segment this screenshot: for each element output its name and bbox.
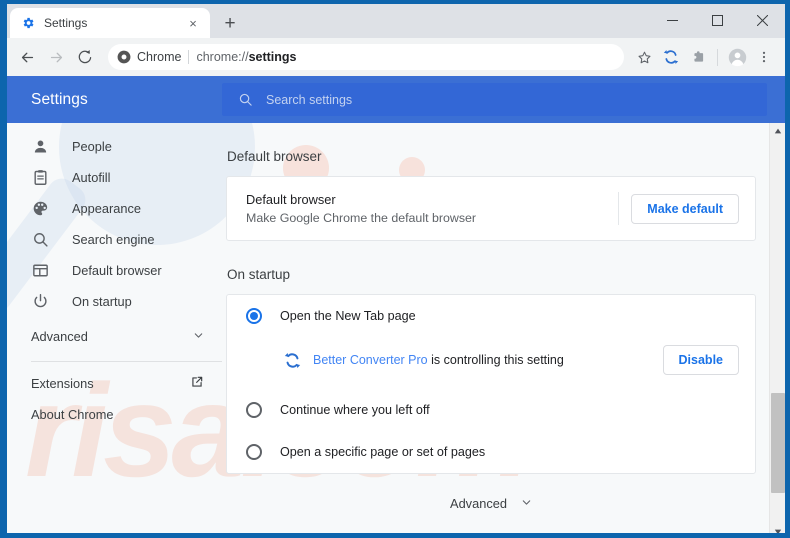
person-icon (31, 137, 50, 156)
disable-extension-button[interactable]: Disable (662, 345, 739, 375)
sidebar-item-appearance[interactable]: Appearance (7, 193, 222, 224)
url-page: settings (248, 50, 297, 64)
tab-close-icon[interactable]: × (185, 15, 201, 31)
tab-strip: Settings × + (7, 4, 785, 38)
row-title: Default browser (246, 192, 336, 207)
controlling-extension-text: Better Converter Pro is controlling this… (313, 353, 651, 367)
external-link-icon (190, 375, 204, 392)
controlled-by-extension-notice: Better Converter Pro is controlling this… (227, 337, 755, 389)
sidebar-divider (31, 361, 222, 362)
radio-button[interactable] (246, 444, 262, 460)
page-title: Settings (31, 90, 88, 108)
radio-label: Open a specific page or set of pages (280, 445, 486, 459)
chevron-down-icon (193, 329, 204, 344)
palette-icon (31, 199, 50, 218)
toolbar-separator (717, 48, 718, 66)
tab-title: Settings (44, 16, 88, 30)
browser-window: Settings × + Chrome chrome://settings Se… (0, 0, 790, 538)
controlling-suffix: is controlling this setting (427, 353, 564, 367)
power-icon (31, 292, 50, 311)
gear-icon (23, 17, 34, 29)
new-tab-button[interactable]: + (216, 9, 244, 37)
omnibox-separator (188, 50, 190, 64)
section-title-on-startup: On startup (227, 267, 291, 282)
sidebar-item-extensions[interactable]: Extensions (7, 368, 222, 399)
browser-toolbar: Chrome chrome://settings (7, 38, 785, 76)
on-startup-card: Open the New Tab page Better Converter P… (226, 294, 756, 474)
settings-header: Settings Search settings (7, 76, 785, 123)
radio-label: Open the New Tab page (280, 309, 416, 323)
address-bar-url: chrome://settings (196, 50, 296, 64)
sidebar-item-label: Autofill (72, 170, 111, 185)
startup-option-new-tab[interactable]: Open the New Tab page (227, 295, 755, 337)
sidebar-item-label: Default browser (72, 263, 162, 278)
browser-window-icon (31, 261, 50, 280)
advanced-expander-label: Advanced (450, 496, 507, 511)
browser-tab-settings[interactable]: Settings × (10, 8, 210, 38)
chevron-down-icon (521, 496, 532, 511)
scrollbar-thumb[interactable] (770, 393, 785, 494)
back-arrow-icon[interactable] (13, 43, 41, 71)
scroll-up-arrow-icon[interactable] (770, 123, 786, 139)
settings-sidebar: People Autofill Appearance Search engine… (7, 123, 222, 533)
scrollbar-track[interactable] (770, 139, 786, 524)
sidebar-item-advanced[interactable]: Advanced (7, 317, 222, 355)
extension-name-link[interactable]: Better Converter Pro (313, 353, 428, 367)
startup-option-continue[interactable]: Continue where you left off (227, 389, 755, 431)
window-inner: Settings × + Chrome chrome://settings Se… (7, 4, 785, 533)
address-bar[interactable]: Chrome chrome://settings (108, 44, 624, 70)
sidebar-item-people[interactable]: People (7, 131, 222, 162)
sidebar-item-default-browser[interactable]: Default browser (7, 255, 222, 286)
row-divider (618, 192, 620, 225)
vertical-scrollbar[interactable] (769, 123, 785, 533)
sidebar-item-about-chrome[interactable]: About Chrome (7, 399, 222, 430)
radio-label: Continue where you left off (280, 403, 430, 417)
search-icon (239, 93, 252, 106)
sidebar-advanced-label: Advanced (31, 328, 88, 344)
row-subtitle: Make Google Chrome the default browser (246, 211, 477, 225)
default-browser-text: Default browser Make Google Chrome the d… (246, 192, 606, 225)
sidebar-item-label: On startup (72, 294, 132, 309)
maximize-icon[interactable] (695, 4, 740, 36)
settings-main: Default browser Default browser Make Goo… (222, 123, 785, 533)
radio-button[interactable] (246, 402, 262, 418)
puzzle-icon[interactable] (685, 44, 711, 70)
clipboard-icon (31, 168, 50, 187)
sidebar-item-label: Search engine (72, 232, 155, 247)
forward-arrow-icon (42, 43, 70, 71)
three-dot-menu-icon[interactable] (751, 44, 777, 70)
chrome-chip-label: Chrome (137, 50, 182, 64)
default-browser-card: Default browser Make Google Chrome the d… (226, 176, 756, 241)
window-controls (650, 4, 785, 38)
sidebar-item-label: Appearance (72, 201, 142, 216)
sidebar-item-search-engine[interactable]: Search engine (7, 224, 222, 255)
circular-arrows-icon (284, 352, 301, 368)
make-default-button[interactable]: Make default (631, 193, 739, 224)
search-placeholder: Search settings (266, 92, 353, 107)
scroll-down-arrow-icon[interactable] (770, 524, 786, 533)
search-input[interactable]: Search settings (222, 83, 767, 116)
avatar-icon[interactable] (724, 44, 750, 70)
chrome-logo-icon (117, 50, 131, 64)
settings-content: risa.com People (7, 123, 785, 533)
circular-arrows-icon[interactable] (658, 44, 684, 70)
search-icon (31, 230, 50, 249)
chrome-chip: Chrome (117, 50, 181, 64)
reload-icon[interactable] (71, 43, 99, 71)
section-title-default-browser: Default browser (227, 149, 322, 164)
url-prefix: chrome:// (196, 50, 249, 64)
minimize-icon[interactable] (650, 4, 695, 36)
sidebar-item-label: People (72, 139, 112, 154)
default-browser-row: Default browser Make Google Chrome the d… (227, 177, 755, 240)
startup-option-specific-page[interactable]: Open a specific page or set of pages (227, 431, 755, 473)
close-icon[interactable] (740, 4, 785, 36)
sidebar-item-label: About Chrome (31, 407, 114, 422)
advanced-expander[interactable]: Advanced (226, 496, 756, 511)
radio-button[interactable] (246, 308, 262, 324)
sidebar-item-label: Extensions (31, 376, 94, 391)
sidebar-item-autofill[interactable]: Autofill (7, 162, 222, 193)
star-icon[interactable] (631, 44, 657, 70)
sidebar-item-on-startup[interactable]: On startup (7, 286, 222, 317)
